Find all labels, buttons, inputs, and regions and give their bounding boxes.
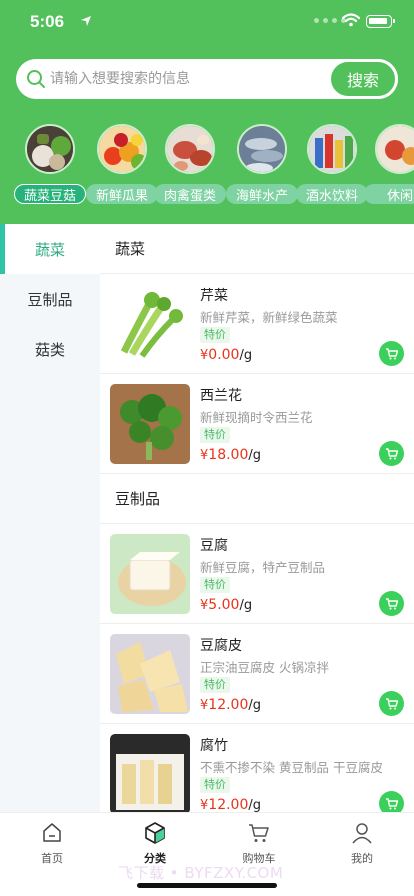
product-list[interactable]: 蔬菜 芹菜 新鲜芹菜，新鲜绿色蔬菜 特价 ¥0.00/g 西兰花 新鲜现摘时令西… (100, 224, 414, 812)
home-icon (43, 823, 61, 842)
cart-icon (249, 824, 269, 842)
cart-icon (385, 797, 398, 809)
add-to-cart-button[interactable] (379, 441, 404, 466)
search-icon (27, 70, 45, 88)
product-image (110, 384, 190, 464)
category-snacks[interactable]: 休闲 (364, 122, 414, 210)
category-vegetables[interactable]: 蔬菜豆菇 (14, 122, 86, 210)
side-nav-item-vegetables[interactable]: 蔬菜 (0, 224, 100, 274)
category-fruits[interactable]: 新鲜瓜果 (86, 122, 158, 210)
status-bar: 5:06 (0, 0, 414, 44)
product-name: 西兰花 (200, 388, 242, 404)
product-item[interactable]: 西兰花 新鲜现摘时令西兰花 特价 ¥18.00/g (100, 374, 414, 474)
product-image (110, 734, 190, 812)
product-desc: 新鲜豆腐，特产豆制品 (200, 560, 326, 575)
category-image (237, 124, 287, 174)
add-to-cart-button[interactable] (379, 791, 404, 812)
product-price: ¥5.00/g (200, 597, 253, 613)
side-nav-item-mushrooms[interactable]: 菇类 (0, 324, 100, 374)
cart-icon (385, 347, 398, 359)
product-desc: 正宗油豆腐皮 火锅凉拌 (200, 660, 329, 675)
tab-profile[interactable]: 我的 (310, 819, 414, 869)
cart-icon (385, 597, 398, 609)
location-arrow-icon (81, 16, 91, 26)
status-time: 5:06 (30, 12, 65, 31)
category-image (375, 124, 414, 174)
product-price: ¥0.00/g (200, 347, 253, 363)
add-to-cart-button[interactable] (379, 691, 404, 716)
category-meat-eggs[interactable]: 肉禽蛋类 (154, 122, 226, 210)
product-name: 豆腐皮 (200, 638, 242, 654)
product-desc: 新鲜现摘时令西兰花 (200, 410, 313, 425)
cart-icon (385, 697, 398, 709)
sale-tag: 特价 (200, 577, 230, 593)
product-desc: 新鲜芹菜，新鲜绿色蔬菜 (200, 310, 338, 325)
home-indicator (137, 883, 277, 888)
wifi-icon (342, 13, 360, 27)
battery-icon (366, 15, 395, 28)
sale-tag: 特价 (200, 327, 230, 343)
user-icon (352, 823, 372, 844)
section-header: 豆制品 (100, 474, 414, 524)
search-button[interactable]: 搜索 (328, 59, 398, 99)
product-name: 腐竹 (200, 738, 228, 754)
category-seafood[interactable]: 海鲜水产 (226, 122, 298, 210)
category-image (25, 124, 75, 174)
product-item[interactable]: 豆腐皮 正宗油豆腐皮 火锅凉拌 特价 ¥12.00/g (100, 624, 414, 724)
side-nav: 蔬菜 豆制品 菇类 (0, 224, 100, 812)
section-header: 蔬菜 (100, 224, 414, 274)
product-image (110, 284, 190, 364)
product-price: ¥12.00/g (200, 797, 262, 812)
add-to-cart-button[interactable] (379, 341, 404, 366)
category-drinks[interactable]: 酒水饮料 (296, 122, 368, 210)
product-desc: 不熏不掺不染 黄豆制品 干豆腐皮 (200, 760, 383, 775)
category-image (307, 124, 357, 174)
cart-icon (385, 447, 398, 459)
category-cube-icon (145, 822, 165, 844)
product-item[interactable]: 芹菜 新鲜芹菜，新鲜绿色蔬菜 特价 ¥0.00/g (100, 274, 414, 374)
category-image (97, 124, 147, 174)
search-input[interactable] (50, 59, 340, 99)
side-nav-item-soy-products[interactable]: 豆制品 (0, 274, 100, 324)
product-name: 豆腐 (200, 538, 228, 554)
product-image (110, 634, 190, 714)
product-item[interactable]: 腐竹 不熏不掺不染 黄豆制品 干豆腐皮 特价 ¥12.00/g (100, 724, 414, 812)
sale-tag: 特价 (200, 777, 230, 793)
tab-home[interactable]: 首页 (0, 819, 104, 869)
add-to-cart-button[interactable] (379, 591, 404, 616)
watermark: 飞下载 • BYFZXY.COM (118, 864, 284, 882)
sale-tag: 特价 (200, 677, 230, 693)
product-name: 芹菜 (200, 288, 228, 304)
product-item[interactable]: 豆腐 新鲜豆腐，特产豆制品 特价 ¥5.00/g (100, 524, 414, 624)
category-strip[interactable]: 蔬菜豆菇 新鲜瓜果 肉禽蛋类 海鲜水产 酒水饮料 休闲 (0, 122, 414, 210)
product-image (110, 534, 190, 614)
product-price: ¥18.00/g (200, 447, 262, 463)
product-price: ¥12.00/g (200, 697, 262, 713)
search-bar: 搜索 (16, 59, 398, 99)
category-image (165, 124, 215, 174)
sale-tag: 特价 (200, 427, 230, 443)
